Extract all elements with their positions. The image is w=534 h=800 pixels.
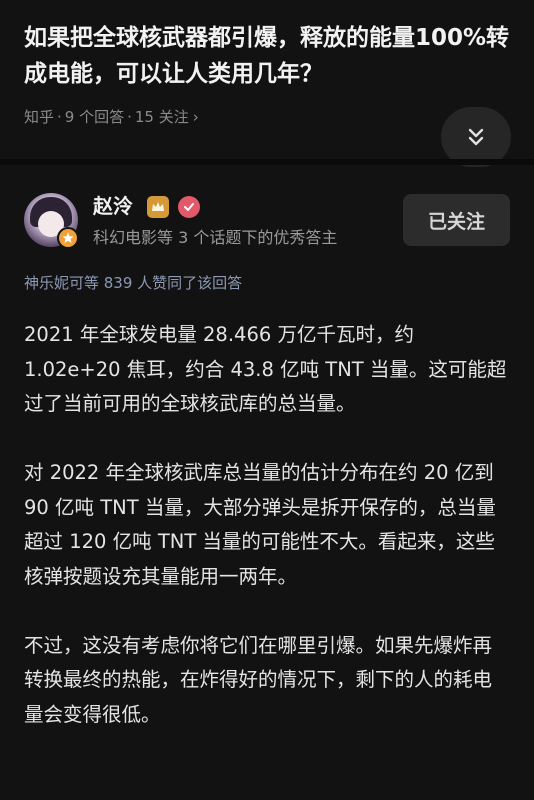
answer-count: 9 个回答 bbox=[64, 108, 125, 126]
likes-summary[interactable]: 神乐妮可等 839 人赞同了该回答 bbox=[24, 272, 242, 294]
author-name[interactable]: 赵泠 bbox=[93, 192, 133, 220]
collapse-button[interactable] bbox=[441, 107, 511, 167]
meta-separator: · bbox=[57, 108, 62, 126]
answer-body: 2021 年全球发电量 28.466 万亿千瓦时，约 1.02e+20 焦耳，约… bbox=[24, 318, 510, 767]
question-title[interactable]: 如果把全球核武器都引爆，释放的能量100%转成电能，可以让人类用几年？ bbox=[24, 20, 514, 92]
double-chevron-down-icon bbox=[468, 128, 484, 146]
question-meta[interactable]: 知乎 · 9 个回答 · 15 关注 › bbox=[24, 106, 199, 128]
meta-separator: · bbox=[127, 108, 132, 126]
answer-paragraph: 2021 年全球发电量 28.466 万亿千瓦时，约 1.02e+20 焦耳，约… bbox=[24, 323, 507, 415]
chevron-right-icon: › bbox=[192, 108, 199, 126]
answer-paragraph: 对 2022 年全球核武库总当量的估计分布在约 20 亿到 90 亿吨 TNT … bbox=[24, 461, 496, 588]
source-label: 知乎 bbox=[24, 108, 55, 126]
verified-check-icon[interactable] bbox=[178, 196, 200, 218]
section-divider bbox=[0, 159, 534, 165]
follow-button[interactable]: 已关注 bbox=[403, 194, 510, 246]
star-badge-icon bbox=[57, 227, 79, 249]
crown-badge-icon[interactable] bbox=[147, 196, 169, 218]
answer-page: 如果把全球核武器都引爆，释放的能量100%转成电能，可以让人类用几年？ 知乎 · 9… bbox=[0, 0, 534, 800]
follower-count: 15 关注 bbox=[134, 108, 189, 126]
answer-paragraph: 不过，这没有考虑你将它们在哪里引爆。如果先爆炸再转换最终的热能，在炸得好的情况下… bbox=[24, 633, 493, 726]
author-description: 科幻电影等 3 个话题下的优秀答主 bbox=[93, 228, 338, 247]
